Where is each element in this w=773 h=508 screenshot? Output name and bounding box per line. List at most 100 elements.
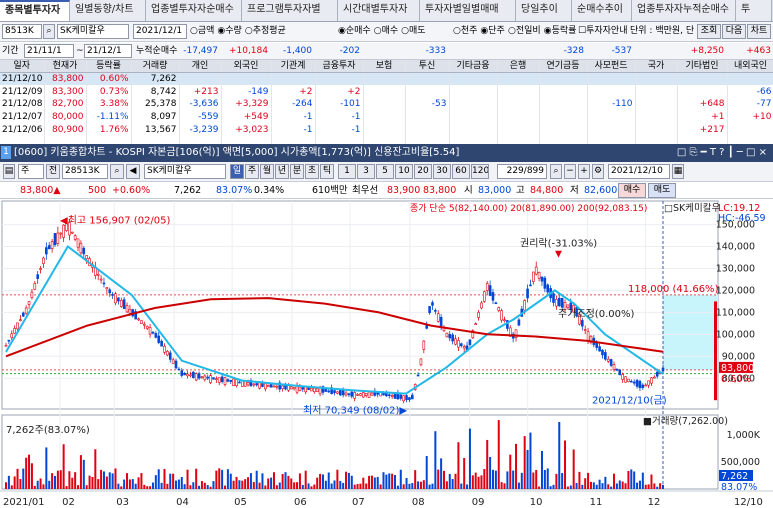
tab-4[interactable]: 시간대별투자자 [338, 0, 420, 21]
change-radio-group[interactable]: ○전일비 ◉등락률 [508, 24, 579, 39]
sell-button[interactable]: 매도 [648, 183, 676, 198]
column-header[interactable]: 개인 [179, 60, 222, 74]
radio-option[interactable]: ◉등락률 [544, 26, 577, 36]
chart-code-input[interactable]: 28513K [62, 164, 108, 179]
table-row[interactable]: 21/12/10 83,800 0.60% 7,262 [0, 72, 773, 86]
date-input[interactable]: 2021/12/1 [133, 24, 187, 39]
interval-button[interactable]: 30 [433, 164, 451, 179]
prev-label[interactable]: 전 [46, 164, 60, 179]
table-row[interactable]: 21/12/09 83,300 0.73% 8,742 +213 -149 +2 +2 -66 [0, 85, 773, 99]
period-button[interactable]: 월 [260, 164, 274, 179]
column-header[interactable]: 외국인 [221, 60, 272, 74]
table-row[interactable]: 21/12/06 80,900 1.76% 13,567 -3,239 +3,023 -1-… [0, 123, 773, 137]
radio-icon[interactable]: ○ [190, 26, 198, 36]
period-start-input[interactable]: 21/11/1 [24, 44, 74, 58]
tab-5[interactable]: 투자자별일별매매 [420, 0, 516, 21]
search-icon[interactable]: ⌕ [43, 24, 55, 39]
period-button[interactable]: 분 [290, 164, 304, 179]
investor-guide-checkbox[interactable]: ☐투자자안내 [578, 24, 627, 39]
radio-option[interactable]: ○전일비 [508, 26, 541, 36]
tab-6[interactable]: 당일추이 [516, 0, 572, 21]
radio-icon[interactable]: ○ [453, 26, 461, 36]
radio-icon[interactable]: ○ [374, 26, 382, 36]
column-header[interactable]: 일자 [0, 60, 45, 74]
period-button[interactable]: 년 [275, 164, 289, 179]
column-header[interactable]: 사모펀드 [587, 60, 636, 74]
tab-7[interactable]: 순매수추이 [572, 0, 632, 21]
add-icon[interactable]: ▤ [3, 164, 15, 179]
radio-option[interactable]: ◉단주 [480, 26, 504, 36]
column-header[interactable]: 보험 [363, 60, 406, 74]
chart-button[interactable]: 차트 [747, 24, 771, 39]
radio-option[interactable]: ◉순매수 [338, 26, 371, 36]
radio-icon[interactable]: ○ [401, 26, 409, 36]
interval-button[interactable]: 60 [452, 164, 470, 179]
query-button[interactable]: 조회 [697, 24, 721, 39]
radio-option[interactable]: ○매도 [401, 26, 425, 36]
unit-radio-group[interactable]: ○천주 ◉단주 [453, 24, 508, 39]
period-button[interactable]: 주 [245, 164, 259, 179]
interval-button[interactable]: 3 [357, 164, 375, 179]
radio-selected-icon[interactable]: ◉ [544, 26, 552, 36]
period-select[interactable]: 주 [18, 164, 44, 179]
amount-radio-group[interactable]: ○금액 ◉수량 ○추정평균 [190, 24, 289, 39]
column-header[interactable]: 연기금등 [539, 60, 588, 74]
calendar-icon[interactable]: ▦ [672, 164, 684, 179]
interval-button[interactable]: 1 [338, 164, 356, 179]
tab-2[interactable]: 업종별투자자순매수 [146, 0, 242, 21]
column-header[interactable]: 현재가 [44, 60, 87, 74]
radio-option[interactable]: ○매수 [374, 26, 398, 36]
column-header[interactable]: 금융투자 [315, 60, 364, 74]
radio-icon[interactable]: ○ [508, 26, 516, 36]
column-header[interactable]: 기타금융 [449, 60, 498, 74]
window-controls[interactable]: □ ⎘ ━ T ? ┃ ─ □ × [677, 144, 767, 162]
period-button[interactable]: 초 [305, 164, 319, 179]
interval-button[interactable]: 120 [471, 164, 489, 179]
tab-8[interactable]: 업종투자자누적순매수 [632, 0, 736, 21]
radio-option[interactable]: ○추정평균 [245, 26, 286, 36]
period-end-input[interactable]: 21/12/1 [84, 44, 132, 58]
period-button[interactable]: 틱 [320, 164, 334, 179]
table-row[interactable]: 21/12/07 80,000 -1.11% 8,097 -559 +549 -1 -1 +1 +… [0, 110, 773, 124]
next-button[interactable]: 다음 [722, 24, 746, 39]
search-icon[interactable]: ⌕ [550, 164, 562, 179]
radio-option[interactable]: ○천주 [453, 26, 477, 36]
period-button[interactable]: 일 [230, 164, 244, 179]
count-field[interactable]: 229/899 [497, 164, 547, 179]
tab-3[interactable]: 프로그램투자자별 [242, 0, 338, 21]
zoom-in-icon[interactable]: + [578, 164, 590, 179]
chart-date-input[interactable]: 2021/12/10 [608, 164, 670, 179]
radio-selected-icon[interactable]: ◉ [338, 26, 346, 36]
tab-0[interactable]: 종목별투자자 [0, 0, 70, 21]
column-header[interactable]: 내외국인 [727, 60, 773, 74]
buy-button[interactable]: 매수 [618, 183, 646, 198]
column-header[interactable]: 기관계 [271, 60, 316, 74]
type-radio-group[interactable]: ◉순매수 ○매수 ○매도 [338, 24, 429, 39]
tab-9[interactable]: 투 [736, 0, 772, 21]
column-header[interactable]: 거래량 [131, 60, 180, 74]
nav-icon[interactable]: ◀ [126, 164, 140, 179]
radio-option[interactable]: ○금액 [190, 26, 214, 36]
volume-bar [630, 469, 633, 489]
column-header[interactable]: 등락률 [86, 60, 132, 74]
radio-option[interactable]: ◉수량 [217, 26, 241, 36]
checkbox-icon[interactable]: ☐ [578, 26, 586, 36]
column-header[interactable]: 국가 [635, 60, 678, 74]
stock-chart[interactable]: 150,000140,000130,000120,000110,000100,0… [0, 199, 773, 508]
interval-button[interactable]: 20 [414, 164, 432, 179]
settings-icon[interactable]: ⚙ [592, 164, 604, 179]
interval-button[interactable]: 10 [395, 164, 413, 179]
table-row[interactable]: 21/12/08 82,700 3.38% 25,378 -3,636 +3,329 -26… [0, 98, 773, 111]
interval-button[interactable]: 5 [376, 164, 394, 179]
column-header[interactable]: 은행 [497, 60, 540, 74]
search-icon[interactable]: ⌕ [110, 164, 124, 179]
column-header[interactable]: 기타법인 [677, 60, 728, 74]
column-header[interactable]: 투신 [405, 60, 450, 74]
stock-name-field[interactable]: SK케미칼우 [57, 24, 129, 39]
chart-name-field[interactable]: SK케미칼우 [144, 164, 226, 179]
tab-1[interactable]: 일별동향/차트 [70, 0, 146, 21]
table-cell [635, 98, 678, 111]
stock-code-input[interactable]: 8513K [2, 24, 42, 39]
zoom-out-icon[interactable]: − [564, 164, 576, 179]
radio-icon[interactable]: ○ [245, 26, 253, 36]
